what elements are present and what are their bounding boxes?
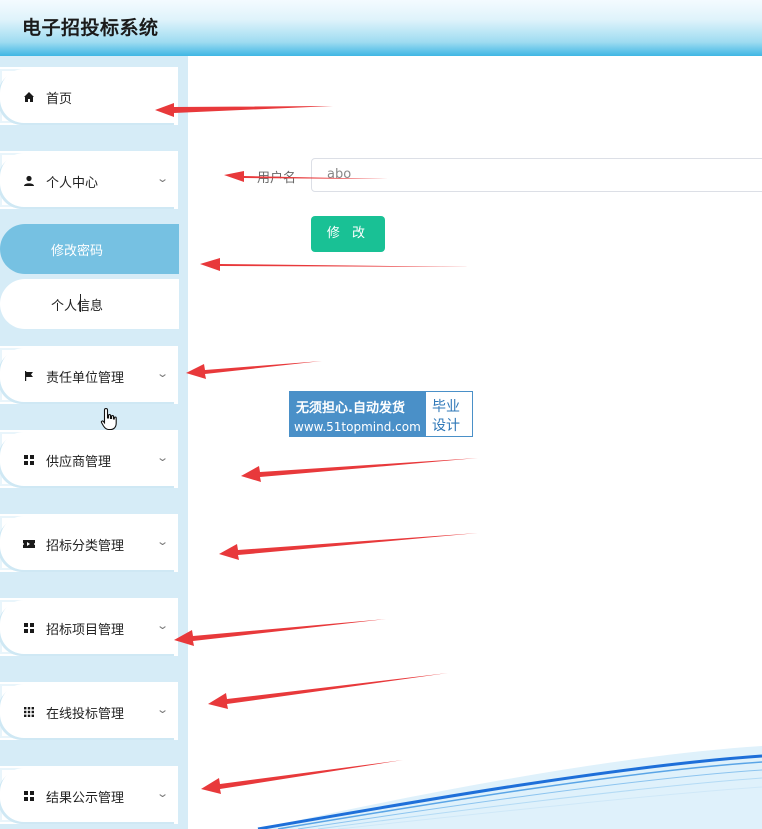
watermark-side-top: 毕业 — [432, 399, 460, 415]
grid-icon — [22, 621, 36, 635]
modify-button[interactable]: 修 改 — [311, 216, 385, 252]
chevron-down-icon: ⌄ — [156, 367, 170, 380]
home-icon — [22, 90, 36, 104]
sidebar-item-home[interactable]: 首页 — [0, 67, 178, 125]
sidebar-item-label: 责任单位管理 — [46, 371, 125, 386]
text-cursor — [80, 294, 81, 312]
sidebar-item-label: 在线投标管理 — [46, 707, 125, 722]
watermark-badge: 无须担心.自动发货 www.51topmind.com 毕业 设计 — [289, 391, 473, 437]
submenu-item-change-password[interactable]: 修改密码 — [0, 224, 179, 274]
sidebar-item-online-bidding[interactable]: 在线投标管理 ⌄ — [0, 682, 178, 740]
apps-icon — [22, 705, 36, 719]
submenu-item-label: 个人信息 — [51, 299, 104, 314]
sidebar-item-label: 供应商管理 — [46, 455, 112, 470]
sidebar-item-label: 首页 — [46, 92, 73, 107]
sidebar-item-supplier[interactable]: 供应商管理 ⌄ — [0, 430, 178, 488]
username-label: 用户名 — [257, 171, 297, 186]
sidebar-item-personal-center[interactable]: 个人中心 ⌄ — [0, 151, 178, 209]
chevron-down-icon: ⌄ — [156, 535, 170, 548]
sidebar-item-label: 个人中心 — [46, 176, 99, 191]
sidebar-item-tender-project[interactable]: 招标项目管理 ⌄ — [0, 598, 178, 656]
chevron-down-icon: ⌄ — [156, 172, 170, 185]
grid-icon — [22, 789, 36, 803]
chevron-down-icon: ⌄ — [156, 787, 170, 800]
sidebar-item-tender-category[interactable]: 招标分类管理 ⌄ — [0, 514, 178, 572]
user-icon — [22, 174, 36, 188]
sidebar-item-responsible-unit[interactable]: 责任单位管理 ⌄ — [0, 346, 178, 404]
sidebar-item-label: 招标分类管理 — [46, 539, 125, 554]
grid-icon — [22, 453, 36, 467]
flag-icon — [22, 369, 36, 383]
sidebar-item-label: 招标项目管理 — [46, 623, 125, 638]
hand-cursor-icon — [100, 407, 117, 431]
chevron-down-icon: ⌄ — [156, 703, 170, 716]
username-input[interactable]: abo — [311, 158, 762, 192]
chevron-down-icon: ⌄ — [156, 619, 170, 632]
chevron-down-icon: ⌄ — [156, 451, 170, 464]
watermark-side-bottom: 设计 — [432, 418, 460, 434]
watermark-line1: 无须担心.自动发货 — [296, 401, 405, 416]
sidebar-item-result-publicity[interactable]: 结果公示管理 ⌄ — [0, 766, 178, 824]
app-title: 电子招投标系统 — [22, 17, 159, 39]
submenu-item-personal-info[interactable]: 个人信息 — [0, 279, 179, 329]
watermark-line2: www.51topmind.com — [294, 420, 421, 434]
sidebar-item-label: 结果公示管理 — [46, 791, 125, 806]
submenu-item-label: 修改密码 — [51, 244, 104, 259]
app-header: 电子招投标系统 — [0, 0, 762, 56]
ticket-icon — [22, 537, 36, 551]
